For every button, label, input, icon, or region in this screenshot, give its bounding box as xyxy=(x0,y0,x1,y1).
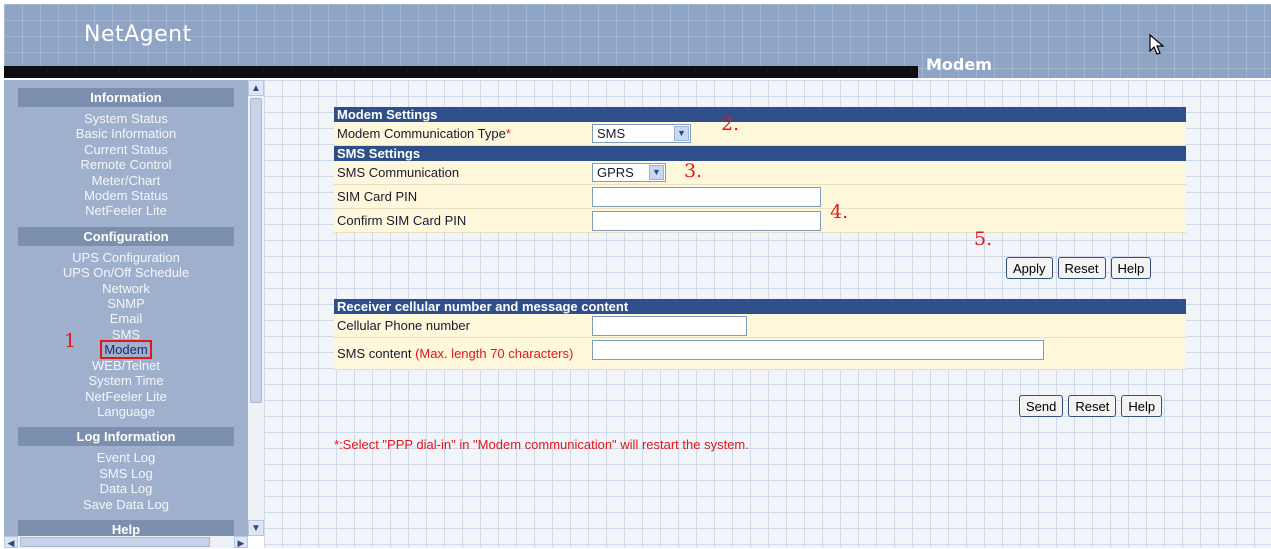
help-button[interactable]: Help xyxy=(1110,257,1152,279)
modem-settings-header: Modem Settings xyxy=(334,107,1186,122)
nav-item-sms-log[interactable]: SMS Log xyxy=(4,466,248,481)
sms-content-label: SMS content (Max. length 70 characters) xyxy=(334,345,592,361)
sms-comm-row: SMS Communication GPRS ▼ xyxy=(334,161,1186,185)
modem-comm-type-select[interactable]: SMS ▼ xyxy=(592,124,691,143)
nav-group-configuration: Configuration xyxy=(18,226,234,246)
sms-comm-label: SMS Communication xyxy=(337,165,460,180)
step-4-annotation: 4. xyxy=(830,201,849,223)
chevron-down-icon[interactable]: ▼ xyxy=(649,165,664,180)
receiver-panel: Receiver cellular number and message con… xyxy=(334,299,1186,370)
sidebar-horizontal-scrollbar[interactable]: ◀ ▶ xyxy=(4,536,248,548)
nav-item-modem-label: Modem xyxy=(100,340,152,360)
nav-group-help: Help xyxy=(18,519,234,536)
phone-row: Cellular Phone number xyxy=(334,314,1186,338)
nav-item-current-status[interactable]: Current Status xyxy=(4,142,248,157)
nav-item-web-telnet[interactable]: WEB/Telnet xyxy=(4,358,248,373)
nav-item-remote-control[interactable]: Remote Control xyxy=(4,157,248,172)
nav-item-modem[interactable]: Modem xyxy=(4,340,248,360)
sms-content-hint: (Max. length 70 characters) xyxy=(415,345,574,361)
modem-settings-panel: Modem Settings Modem Communication Type*… xyxy=(334,107,1186,233)
mouse-pointer-icon xyxy=(1149,34,1165,55)
nav-item-email[interactable]: Email xyxy=(4,311,248,326)
hscroll-thumb[interactable] xyxy=(20,537,210,547)
sms-content-input[interactable] xyxy=(592,340,1044,360)
sidebar-vertical-scrollbar[interactable]: ▲ ▼ xyxy=(248,80,264,536)
nav-item-data-log[interactable]: Data Log xyxy=(4,481,248,496)
nav-item-system-status[interactable]: System Status xyxy=(4,111,248,126)
phone-number-input[interactable] xyxy=(592,315,747,336)
nav-item-system-time[interactable]: System Time xyxy=(4,373,248,388)
restart-footnote: *:Select "PPP dial-in" in "Modem communi… xyxy=(334,437,749,452)
nav-item-save-data-log[interactable]: Save Data Log xyxy=(4,497,248,512)
main-content: Modem Settings Modem Communication Type*… xyxy=(264,80,1271,548)
required-mark: * xyxy=(505,126,511,141)
nav-item-ups-schedule[interactable]: UPS On/Off Schedule xyxy=(4,265,248,280)
modem-comm-type-label: Modem Communication Type* xyxy=(334,126,592,141)
confirm-sim-pin-label: Confirm SIM Card PIN xyxy=(337,213,467,228)
send-button[interactable]: Send xyxy=(1019,395,1064,417)
nav-item-netfeeler-lite-info[interactable]: NetFeeler Lite xyxy=(4,203,248,218)
header-bar xyxy=(4,66,918,78)
receiver-button-row: Send Reset Help xyxy=(1014,395,1163,417)
nav-item-event-log[interactable]: Event Log xyxy=(4,450,248,465)
receiver-header: Receiver cellular number and message con… xyxy=(334,299,1186,314)
sms-content-row: SMS content (Max. length 70 characters) xyxy=(334,338,1186,370)
receiver-reset-button[interactable]: Reset xyxy=(1068,395,1117,417)
nav-item-network[interactable]: Network xyxy=(4,281,248,296)
receiver-help-button[interactable]: Help xyxy=(1121,395,1163,417)
sim-pin-label: SIM Card PIN xyxy=(337,189,418,204)
sms-comm-value: GPRS xyxy=(597,165,634,180)
step-3-annotation: 3. xyxy=(684,160,703,182)
sms-content-label-text: SMS content xyxy=(337,345,412,361)
nav-item-basic-information[interactable]: Basic Information xyxy=(4,126,248,141)
nav-item-ups-configuration[interactable]: UPS Configuration xyxy=(4,250,248,265)
scroll-left-icon[interactable]: ◀ xyxy=(4,536,18,548)
page-title: Modem xyxy=(926,55,992,74)
scroll-down-icon[interactable]: ▼ xyxy=(248,520,264,536)
sms-comm-select[interactable]: GPRS ▼ xyxy=(592,163,666,182)
scroll-up-icon[interactable]: ▲ xyxy=(248,80,264,96)
nav-group-log-information: Log Information xyxy=(18,427,234,447)
phone-label: Cellular Phone number xyxy=(337,318,470,333)
reset-button[interactable]: Reset xyxy=(1057,257,1106,279)
sim-pin-input[interactable] xyxy=(592,186,821,207)
scroll-thumb[interactable] xyxy=(250,98,262,403)
settings-button-row: Apply Reset Help xyxy=(1001,257,1152,279)
scroll-right-icon[interactable]: ▶ xyxy=(234,536,248,548)
step-2-annotation: 2. xyxy=(721,113,740,135)
modem-comm-type-value: SMS xyxy=(597,126,626,141)
nav-item-language[interactable]: Language xyxy=(4,404,248,419)
apply-button[interactable]: Apply xyxy=(1006,257,1053,279)
nav-item-meter-chart[interactable]: Meter/Chart xyxy=(4,173,248,188)
modem-comm-type-text: Modem Communication Type xyxy=(337,126,506,141)
step-1-annotation: 1 xyxy=(64,330,77,352)
nav-group-information: Information xyxy=(18,88,234,107)
nav-item-netfeeler-lite-config[interactable]: NetFeeler Lite xyxy=(4,389,248,404)
header-banner: NetAgent Modem xyxy=(4,4,1271,78)
nav-item-snmp[interactable]: SNMP xyxy=(4,296,248,311)
nav-item-modem-status[interactable]: Modem Status xyxy=(4,188,248,203)
netagent-logo: NetAgent xyxy=(84,22,192,47)
confirm-sim-pin-row: Confirm SIM Card PIN xyxy=(334,209,1186,233)
sms-settings-header: SMS Settings xyxy=(334,146,1186,161)
step-5-annotation: 5. xyxy=(974,228,993,250)
modem-comm-type-row: Modem Communication Type* SMS ▼ xyxy=(334,122,1186,146)
chevron-down-icon[interactable]: ▼ xyxy=(674,126,689,141)
sidebar-nav: Information System Status Basic Informat… xyxy=(4,80,248,536)
confirm-sim-pin-input[interactable] xyxy=(592,210,821,231)
sim-pin-row: SIM Card PIN xyxy=(334,185,1186,209)
